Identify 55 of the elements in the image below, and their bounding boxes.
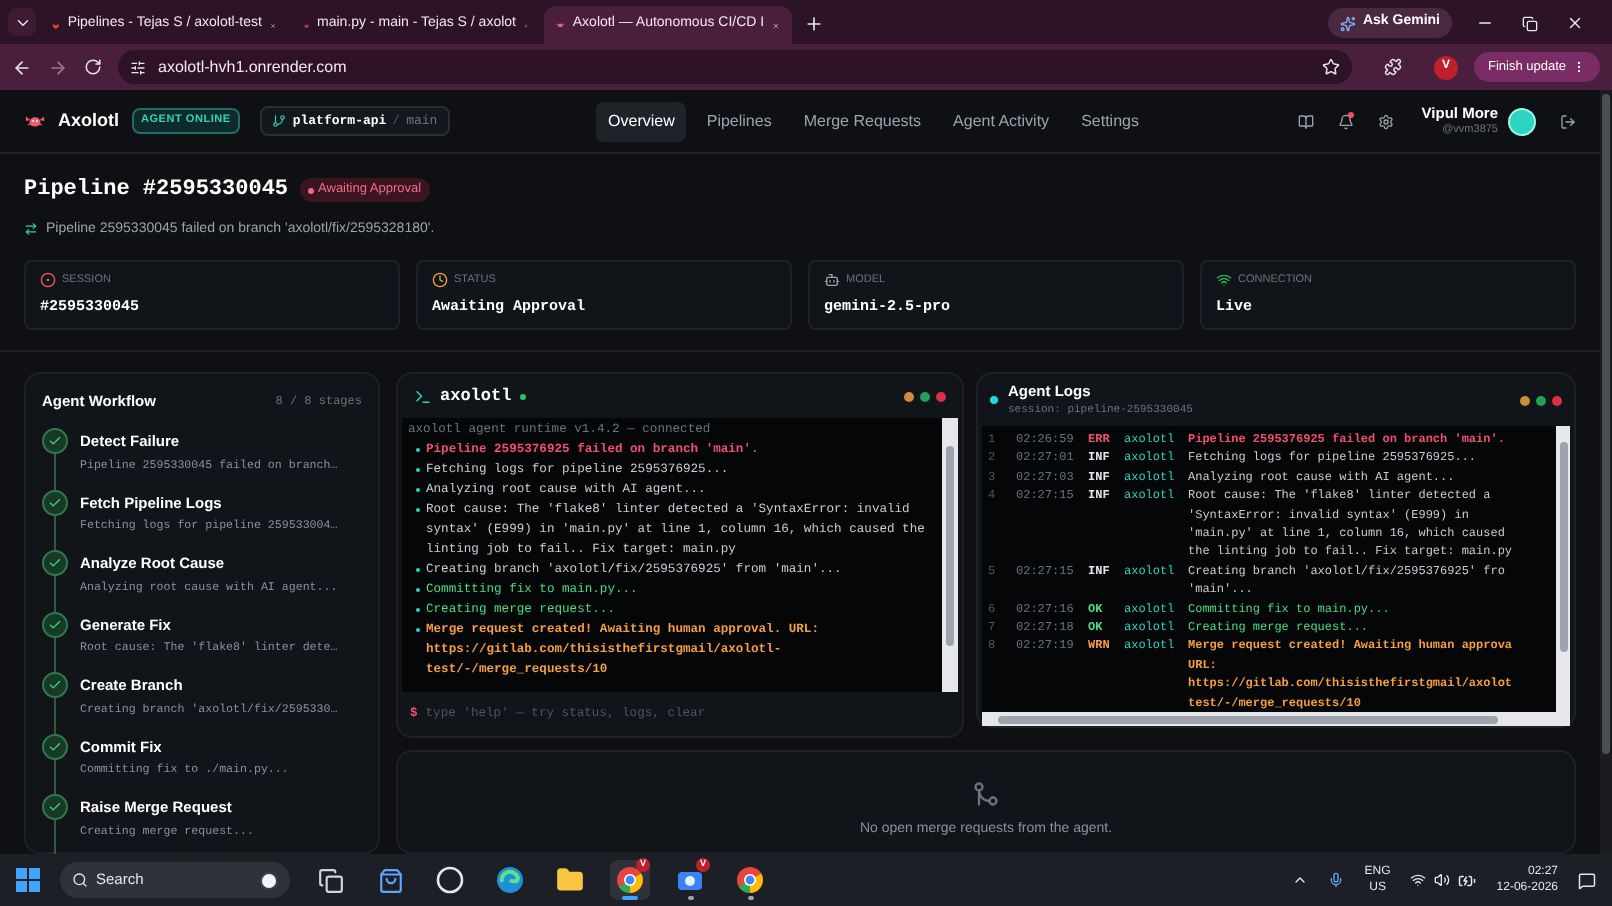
bell-icon[interactable] [1337,113,1354,129]
search-icon [72,872,88,888]
logout-icon[interactable] [1560,113,1576,129]
close-icon[interactable] [1566,14,1584,32]
brand-name: Axolotl [58,107,119,134]
forward-icon[interactable] [48,57,68,77]
site-info-icon[interactable] [130,59,146,75]
nav-tab[interactable]: Pipelines [694,101,784,141]
branch-icon [272,114,287,128]
more-icon [1572,60,1586,74]
book-icon[interactable] [1297,113,1314,129]
settings-icon[interactable] [1377,113,1394,129]
bag-icon [377,867,403,893]
extensions-icon[interactable] [1383,58,1402,76]
wifi-icon[interactable] [1410,872,1427,888]
terminal-title: axolotl [440,383,512,409]
scrollbar[interactable] [1556,426,1570,712]
camera-icon [676,866,704,894]
reload-icon[interactable] [84,58,102,76]
back-icon[interactable] [12,57,32,77]
address-bar[interactable]: axolotl-hvh1.onrender.com [118,50,1352,84]
robot-icon [824,272,840,289]
sparkle-icon [1340,15,1357,31]
terminal-icon [414,387,432,405]
nav-tab[interactable]: Overview [596,101,687,141]
restore-icon[interactable] [1522,15,1538,31]
scrollbar[interactable] [942,418,958,692]
bookmark-icon[interactable] [1321,58,1340,76]
volume-icon[interactable] [1434,872,1451,888]
folder-icon [556,866,584,894]
scrollbar[interactable] [982,712,1570,726]
merge-icon [972,780,1000,808]
clock-icon [432,272,448,289]
browser-logo-icon [736,866,764,894]
new-tab-icon[interactable] [804,14,824,34]
page-title: Pipeline #2595330045 [24,176,289,206]
url-text: axolotl-hvh1.onrender.com [158,55,347,79]
nav-tab[interactable]: Agent Activity [941,101,1062,141]
windows-logo-icon[interactable] [16,868,40,892]
swirl-logo-icon [496,866,524,894]
arrow-icon [24,222,38,237]
mic-icon[interactable] [1328,872,1345,888]
scrollbar[interactable] [1600,90,1612,854]
nav-tab[interactable]: Merge Requests [791,101,934,141]
wifi-icon [1216,272,1232,289]
battery-icon[interactable] [1458,871,1477,889]
tab-search-button[interactable] [8,8,36,36]
avatar[interactable] [1508,107,1536,135]
windows-icon [317,867,343,893]
notification-icon[interactable] [1578,871,1596,889]
tray-chevron-icon[interactable] [1292,872,1309,888]
circle-logo-icon [436,866,464,894]
browser-logo-icon [616,866,644,894]
nav-tab[interactable]: Settings [1069,101,1151,141]
target-icon [40,272,56,289]
